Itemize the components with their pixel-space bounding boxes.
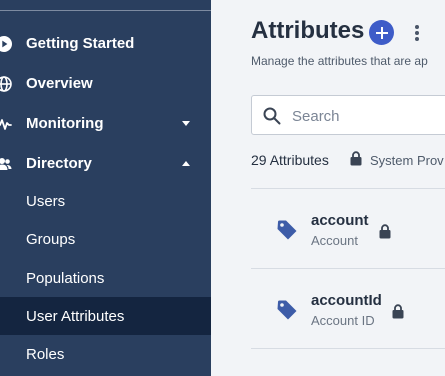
chevron-down-icon[interactable] <box>182 121 190 126</box>
sidebar-item-monitoring[interactable]: Monitoring <box>0 104 211 142</box>
attribute-row-partial[interactable] <box>251 364 445 376</box>
play-circle-icon <box>0 36 12 52</box>
attribute-name: account <box>311 212 369 229</box>
search-box[interactable] <box>251 95 445 135</box>
more-vertical-icon <box>415 25 419 29</box>
page-subtitle: Manage the attributes that are ap <box>251 54 428 68</box>
divider <box>251 348 445 349</box>
sidebar: Getting Started Overview Monitoring Dire… <box>0 0 211 376</box>
divider <box>251 188 445 189</box>
lock-icon <box>350 151 362 166</box>
sidebar-divider <box>0 10 211 11</box>
add-attribute-button[interactable] <box>369 20 394 45</box>
tag-icon <box>277 300 297 320</box>
attribute-display-name: Account ID <box>311 313 375 328</box>
attribute-name: accountId <box>311 292 382 309</box>
sidebar-item-overview[interactable]: Overview <box>0 64 211 102</box>
divider <box>251 268 445 269</box>
users-icon <box>0 156 12 172</box>
pulse-icon <box>0 116 12 132</box>
sidebar-item-getting-started[interactable]: Getting Started <box>0 24 211 62</box>
sidebar-subitem-users[interactable]: Users <box>0 182 211 220</box>
more-options-button[interactable] <box>411 22 423 44</box>
sidebar-item-label: Monitoring <box>26 114 104 132</box>
search-input[interactable] <box>292 105 445 127</box>
attribute-count: 29 Attributes <box>251 152 329 168</box>
sidebar-item-label: Getting Started <box>26 34 135 52</box>
lock-icon <box>379 224 391 239</box>
attribute-row[interactable]: account Account <box>251 190 445 268</box>
sidebar-subitem-label: Groups <box>26 230 76 248</box>
sidebar-subitem-label: Populations <box>26 269 105 287</box>
lock-icon <box>392 304 404 319</box>
sidebar-subitem-populations[interactable]: Populations <box>0 259 211 297</box>
sidebar-subitem-user-attributes[interactable]: User Attributes <box>0 297 211 335</box>
search-icon <box>263 107 281 125</box>
sidebar-subitem-label: Roles <box>26 345 65 363</box>
sidebar-subitem-label: User Attributes <box>26 307 125 325</box>
main-content: Attributes Manage the attributes that ar… <box>211 0 445 376</box>
system-provided-filter[interactable]: System Prov <box>370 153 444 168</box>
sidebar-subitem-label: Users <box>26 192 66 210</box>
attribute-row[interactable]: accountId Account ID <box>251 270 445 348</box>
sidebar-item-label: Overview <box>26 74 93 92</box>
globe-icon <box>0 76 12 92</box>
sidebar-item-label: Directory <box>26 154 92 172</box>
tag-icon <box>277 220 297 240</box>
sidebar-subitem-groups[interactable]: Groups <box>0 220 211 258</box>
sidebar-subitem-roles[interactable]: Roles <box>0 335 211 373</box>
page-title: Attributes <box>251 17 365 44</box>
plus-icon <box>375 26 388 39</box>
chevron-up-icon[interactable] <box>182 161 190 166</box>
attribute-display-name: Account <box>311 233 358 248</box>
sidebar-item-directory[interactable]: Directory <box>0 144 211 182</box>
